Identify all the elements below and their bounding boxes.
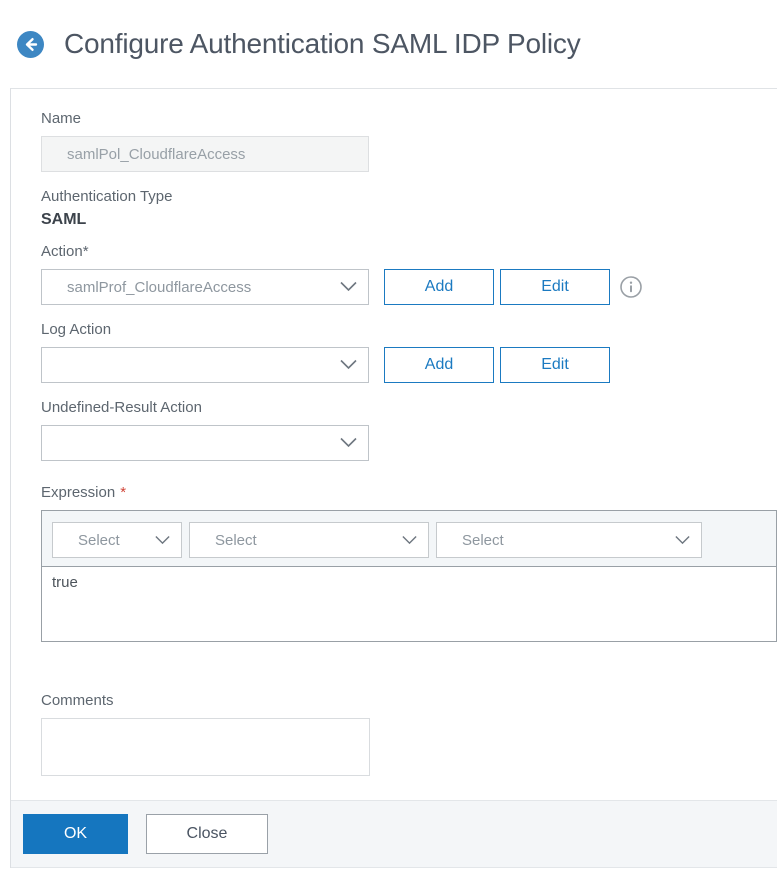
- log-action-add-button[interactable]: Add: [384, 347, 494, 383]
- comments-label: Comments: [41, 692, 114, 709]
- action-select-value: samlProf_CloudflareAccess: [67, 278, 252, 296]
- expression-group: Expression * Select Select Select true: [41, 484, 777, 642]
- undefined-result-action-group: Undefined-Result Action: [41, 399, 777, 461]
- authentication-type-label: Authentication Type: [41, 188, 173, 205]
- log-action-edit-button[interactable]: Edit: [500, 347, 610, 383]
- action-label: Action*: [41, 243, 89, 260]
- comments-group: Comments: [41, 692, 777, 781]
- expression-editor: Select Select Select true: [41, 510, 777, 642]
- back-button[interactable]: [17, 30, 44, 58]
- action-select[interactable]: samlProf_CloudflareAccess: [41, 269, 369, 305]
- undefined-result-action-select[interactable]: [41, 425, 369, 461]
- chevron-down-icon: [340, 279, 357, 296]
- close-button[interactable]: Close: [146, 814, 268, 854]
- expression-select-1[interactable]: Select: [52, 522, 182, 558]
- action-field-group: Action* samlProf_CloudflareAccess Add Ed…: [41, 243, 777, 305]
- expression-input[interactable]: true: [42, 567, 776, 641]
- back-arrow-icon: [17, 30, 44, 58]
- footer-action-bar: OK Close: [11, 800, 777, 868]
- expression-label: Expression *: [41, 484, 127, 501]
- chevron-down-icon: [340, 357, 357, 374]
- info-icon[interactable]: [620, 276, 642, 298]
- name-field-group: Name: [41, 110, 777, 172]
- page-header: Configure Authentication SAML IDP Policy: [0, 0, 777, 88]
- page-title: Configure Authentication SAML IDP Policy: [64, 28, 581, 59]
- chevron-down-icon: [675, 532, 690, 549]
- form-panel: Name Authentication Type SAML Action* sa…: [10, 88, 777, 868]
- expression-toolbar: Select Select Select: [42, 511, 776, 567]
- log-action-field-group: Log Action Add Edit: [41, 321, 777, 383]
- authentication-type-value: SAML: [41, 211, 87, 228]
- comments-input[interactable]: [41, 718, 370, 776]
- action-edit-button[interactable]: Edit: [500, 269, 610, 305]
- log-action-select[interactable]: [41, 347, 369, 383]
- name-label: Name: [41, 110, 82, 127]
- chevron-down-icon: [402, 532, 417, 549]
- chevron-down-icon: [340, 435, 357, 452]
- log-action-label: Log Action: [41, 321, 112, 338]
- ok-button[interactable]: OK: [23, 814, 128, 854]
- action-add-button[interactable]: Add: [384, 269, 494, 305]
- expression-select-3[interactable]: Select: [436, 522, 702, 558]
- name-input[interactable]: [41, 136, 369, 172]
- undefined-result-action-label: Undefined-Result Action: [41, 399, 202, 416]
- authentication-type-group: Authentication Type SAML: [41, 188, 777, 230]
- required-asterisk: *: [120, 484, 127, 501]
- expression-select-2[interactable]: Select: [189, 522, 429, 558]
- chevron-down-icon: [155, 532, 170, 549]
